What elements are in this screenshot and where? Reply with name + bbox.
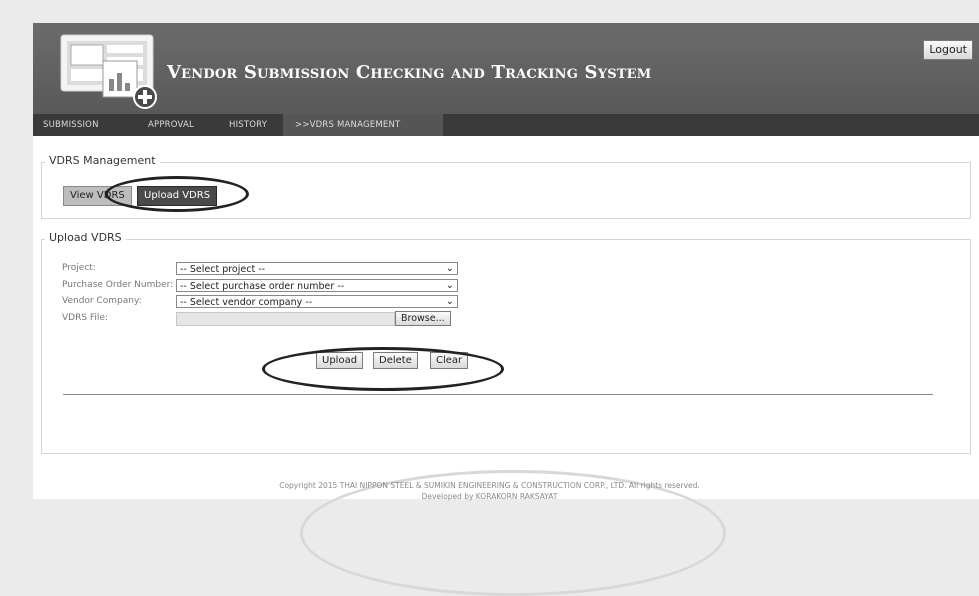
project-label: Project:: [62, 263, 96, 273]
nav-item-vdrs-management[interactable]: >>VDRS MANAGEMENT: [295, 114, 400, 136]
purchase-order-select-value: -- Select purchase order number --: [180, 281, 345, 292]
vendor-company-select-value: -- Select vendor company --: [180, 297, 313, 308]
nav-item-history[interactable]: HISTORY: [229, 114, 267, 136]
app-title: Vendor Submission Checking and Tracking …: [167, 62, 652, 83]
project-select-value: -- Select project --: [180, 264, 266, 275]
page-container: Vendor Submission Checking and Tracking …: [33, 23, 979, 499]
project-select[interactable]: -- Select project -- ⌄: [176, 262, 458, 275]
logout-button[interactable]: Logout: [923, 40, 973, 60]
chevron-down-icon: ⌄: [445, 280, 454, 291]
chevron-down-icon: ⌄: [445, 263, 454, 274]
footer: Copyright 2015 THAI NIPPON STEEL & SUMIK…: [0, 480, 979, 502]
purchase-order-label: Purchase Order Number:: [62, 280, 174, 290]
upload-vdrs-legend: Upload VDRS: [45, 231, 126, 244]
vdrs-management-legend: VDRS Management: [45, 154, 160, 167]
vdrs-file-path[interactable]: [176, 312, 395, 326]
main-navbar: SUBMISSION APPROVAL HISTORY >>VDRS MANAG…: [33, 114, 979, 136]
footer-developer: Developed by KORAKORN RAKSAYAT: [421, 492, 558, 501]
nav-item-submission[interactable]: SUBMISSION: [43, 114, 99, 136]
chevron-down-icon: ⌄: [445, 296, 454, 307]
browse-button[interactable]: Browse...: [395, 311, 451, 326]
vendor-company-label: Vendor Company:: [62, 296, 142, 306]
delete-button[interactable]: Delete: [373, 352, 418, 369]
vendor-company-select[interactable]: -- Select vendor company -- ⌄: [176, 295, 458, 308]
nav-item-approval[interactable]: APPROVAL: [148, 114, 194, 136]
footer-copyright: Copyright 2015 THAI NIPPON STEEL & SUMIK…: [279, 481, 700, 490]
purchase-order-select[interactable]: -- Select purchase order number -- ⌄: [176, 279, 458, 292]
monitor-plus-icon: [60, 34, 157, 109]
clear-button[interactable]: Clear: [430, 352, 469, 369]
upload-button[interactable]: Upload: [316, 352, 364, 369]
header-banner: Vendor Submission Checking and Tracking …: [33, 23, 979, 114]
view-vdrs-button[interactable]: View VDRS: [63, 186, 132, 206]
vdrs-file-label: VDRS File:: [62, 313, 109, 323]
section-divider: [63, 394, 933, 395]
upload-vdrs-button[interactable]: Upload VDRS: [137, 186, 218, 206]
